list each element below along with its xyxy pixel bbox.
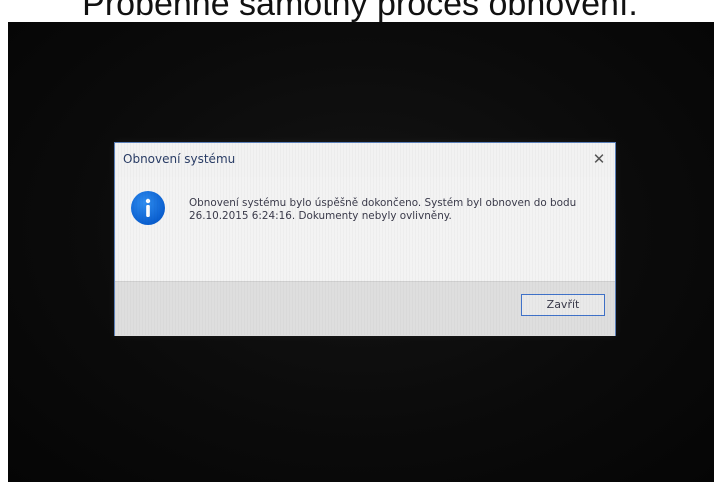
monitor-photo: Obnovení systému ✕ Obnovení systému bylo… [8,22,714,482]
dialog-title: Obnovení systému [123,152,236,166]
info-icon [131,191,165,225]
dialog-content: Obnovení systému bylo úspěšně dokončeno.… [115,177,615,281]
dialog-footer: Zavřít [115,281,615,336]
dialog-message: Obnovení systému bylo úspěšně dokončeno.… [189,197,577,222]
close-icon[interactable]: ✕ [589,149,609,169]
system-restore-dialog: Obnovení systému ✕ Obnovení systému bylo… [114,142,616,336]
close-button[interactable]: Zavřít [521,294,605,316]
dialog-titlebar: Obnovení systému ✕ [115,143,615,177]
page-caption: Proběhne samotný proces obnovení. [82,0,638,23]
